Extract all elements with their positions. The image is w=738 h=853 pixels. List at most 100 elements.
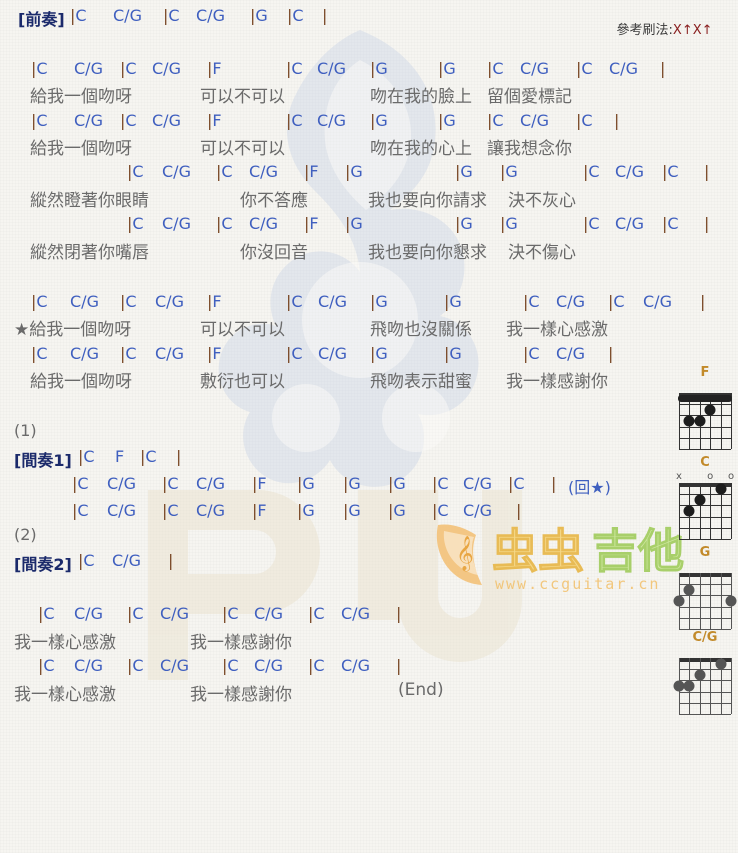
chord-name: C [581,111,593,130]
bar-line-glyph: | [396,604,402,623]
finger-dot [683,505,695,517]
string-line [710,573,712,629]
chord-name: C [36,59,48,78]
chord-token: |C [222,656,239,675]
chord-diagram-name: F [700,365,710,380]
chord-diagram: C/G [670,630,738,715]
chord-token: |C [523,292,540,311]
chord-name: G [505,162,518,181]
fretboard-grid [678,393,732,450]
chord-name: F [212,292,222,311]
chord-name: G [302,501,315,520]
chord-token: C/G [556,344,585,363]
chord-token: |C [120,111,137,130]
bar-line-glyph: | [614,111,620,130]
chord-name: C [132,604,144,623]
chord-token: C/G [160,656,189,675]
chord-token: |G [455,214,473,233]
chord-name: C [36,111,48,130]
chord-token: |C [70,6,87,25]
chord-token: | [614,111,619,130]
chord-token: |C [662,162,679,181]
chord-token: |G [388,474,406,493]
lyric-text: 可以不可以 [200,87,285,107]
chord-token: |C [432,501,449,520]
chord-token: |C [72,474,89,493]
bar-line-glyph: | [396,656,402,675]
lyric-text: 你不答應 [240,191,308,211]
bar-line-glyph: | [660,59,666,78]
finger-dot [673,595,685,607]
chord-name: G [443,59,456,78]
chord-name: C [667,162,679,181]
chord-diagram-name: C/G [692,630,718,645]
chord-token: C/G [556,292,585,311]
chord-token: |G [345,162,363,181]
chord-name: C [43,604,55,623]
lyric-text: 我一樣感謝你 [190,685,292,705]
chord-token: |C [286,292,303,311]
nut-line [679,573,731,577]
lyric-text: 我一樣感謝你 [506,372,608,392]
finger-dot [683,680,695,692]
chord-sheet: 參考刷法:X↑X↑ [前奏] |C C/G |C C/G |G |C | |C C/G |C C/G |… [0,0,738,853]
chord-diagram: G [670,545,738,630]
chord-name: C [83,447,95,466]
chord-token: |C [38,604,55,623]
chord-token: |C [576,59,593,78]
chord-token: C/G [317,111,346,130]
chord-token: |G [370,59,388,78]
chord-diagram-name: G [699,545,711,560]
fret-line [679,539,731,540]
chord-name: C [132,214,144,233]
chord-token: C/G [254,604,283,623]
strum-reference-label: 參考刷法: [616,23,673,38]
lyric-text: 我一樣心感激 [14,685,116,705]
chord-name: C [125,292,137,311]
section-label: [間奏2] [14,555,72,574]
bar-line-glyph: | [704,214,710,233]
open-mute-markers [670,561,738,573]
chord-name: G [375,344,388,363]
chord-token: | [704,214,709,233]
chord-name: C [168,6,180,25]
string-line [689,573,691,629]
chord-token: |G [343,501,361,520]
lyric-text: 我一樣心感激 [14,633,116,653]
chord-name: C [291,292,303,311]
chord-name: C [588,162,600,181]
bar-line-glyph: | [322,6,328,25]
chord-name: G [449,344,462,363]
chord-token: |C [163,6,180,25]
chord-name: C [528,292,540,311]
finger-dot [673,680,685,692]
chord-name: C [221,162,233,181]
chord-name: F [257,474,267,493]
chord-token: |G [343,474,361,493]
chord-name: C [43,656,55,675]
chord-token: |G [438,59,456,78]
chord-token: |F [207,111,222,130]
fret-line [679,516,731,518]
lyric-text: 我也要向你請求 [368,191,487,211]
chord-token: |F [304,162,319,181]
string-line [699,658,701,714]
bar-line-glyph: | [704,162,710,181]
chord-token: |C [78,447,95,466]
chord-name: G [348,474,361,493]
chord-token: C/G [341,656,370,675]
string-line [679,483,680,539]
lyric-text: (End) [398,680,444,700]
finger-dot [694,494,706,506]
chord-token: | [704,162,709,181]
lyric-text: 我一樣感謝你 [190,633,292,653]
finger-dot [704,404,716,416]
chord-name: C [132,162,144,181]
finger-dot [715,658,727,670]
lyric-text: 飛吻表示甜蜜 [370,372,472,392]
chord-name: C [125,111,137,130]
fret-line [679,669,731,671]
finger-dot [694,669,706,681]
chord-name: G [255,6,268,25]
bar-line-glyph: | [516,501,522,520]
